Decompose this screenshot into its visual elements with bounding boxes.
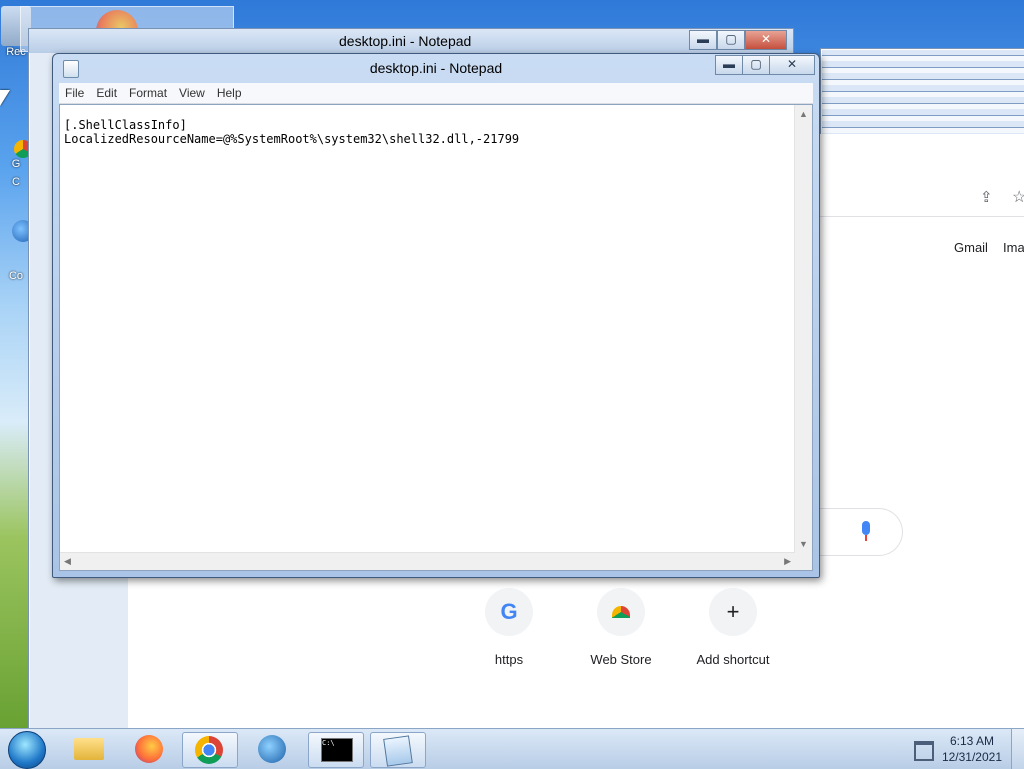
scroll-left-arrow-icon[interactable]: ◀ [64, 556, 71, 567]
maximize-button[interactable]: ▢ [717, 30, 745, 50]
images-link[interactable]: Ima [1003, 240, 1024, 255]
taskbar: C:\ 6:13 AM 12/31/2021 [0, 728, 1024, 769]
web-store-icon [597, 588, 645, 636]
shortcut-add[interactable]: + Add shortcut [685, 588, 781, 667]
maximize-button[interactable]: ▢ [742, 55, 770, 75]
menu-format[interactable]: Format [123, 83, 173, 100]
shortcut-label: Add shortcut [696, 652, 770, 667]
taskbar-firefox[interactable] [122, 732, 176, 766]
close-button[interactable]: ✕ [769, 55, 815, 75]
clock[interactable]: 6:13 AM 12/31/2021 [942, 733, 1002, 765]
shortcut-label: https [494, 652, 524, 667]
notepad-window[interactable]: desktop.ini - Notepad ▬ ▢ ✕ File Edit Form… [52, 53, 820, 578]
scrollbar-corner [795, 553, 812, 570]
clock-date: 12/31/2021 [941, 750, 1002, 764]
desktop-icon-label: C [12, 176, 20, 188]
cmd-icon: C:\ [321, 738, 353, 762]
close-button[interactable]: ✕ [745, 30, 787, 50]
horizontal-scrollbar[interactable]: ◀ ▶ [60, 552, 795, 570]
notepad-icon [383, 735, 413, 767]
share-icon[interactable]: ⇪ [980, 188, 993, 206]
scroll-down-arrow-icon[interactable]: ▼ [799, 539, 808, 549]
editor-content[interactable]: [.ShellClassInfo] LocalizedResourceName=… [64, 118, 519, 146]
chrome-icon [195, 736, 223, 764]
gmail-link[interactable]: Gmail [954, 240, 988, 255]
taskbar-notepad[interactable] [370, 732, 426, 768]
shortcut-https[interactable]: G https [461, 588, 557, 667]
explorer-icon [74, 738, 104, 760]
vertical-scrollbar[interactable]: ▲ ▼ [794, 105, 812, 553]
mic-stand [865, 535, 867, 541]
taskbar-explorer[interactable] [62, 732, 116, 766]
window-title: desktop.ini - Notepad [369, 60, 503, 76]
clock-time: 6:13 AM [949, 734, 994, 748]
shortcut-web-store[interactable]: Web Store [573, 588, 669, 667]
taskbar-chrome[interactable] [182, 732, 238, 768]
network-icon [258, 735, 286, 763]
bookmark-star-icon[interactable]: ☆ [1012, 187, 1024, 207]
menu-view[interactable]: View [173, 83, 211, 100]
show-desktop-button[interactable] [1011, 729, 1024, 769]
google-g-icon: G [485, 588, 533, 636]
taskbar-network[interactable] [246, 732, 300, 766]
text-editor[interactable]: [.ShellClassInfo] LocalizedResourceName=… [59, 104, 813, 571]
menu-edit[interactable]: Edit [90, 83, 123, 100]
minimize-button[interactable]: ▬ [689, 30, 717, 50]
taskbar-cmd[interactable]: C:\ [308, 732, 364, 768]
tray-network-icon[interactable] [914, 741, 934, 761]
background-window-title: desktop.ini - Notepad [339, 33, 472, 49]
plus-icon: + [709, 588, 757, 636]
menu-bar: File Edit Format View Help [59, 83, 813, 104]
minimize-button[interactable]: ▬ [715, 55, 743, 75]
menu-help[interactable]: Help [211, 83, 248, 100]
mic-icon[interactable] [862, 521, 870, 535]
shortcut-label: Web Store [590, 652, 652, 667]
scroll-up-arrow-icon[interactable]: ▲ [799, 109, 808, 119]
firefox-icon [135, 735, 163, 763]
scroll-right-arrow-icon[interactable]: ▶ [784, 556, 791, 567]
start-orb-icon[interactable] [8, 731, 46, 769]
mouse-cursor-icon [0, 90, 10, 106]
menu-file[interactable]: File [59, 83, 90, 100]
desktop-icon-label: G [11, 158, 21, 170]
